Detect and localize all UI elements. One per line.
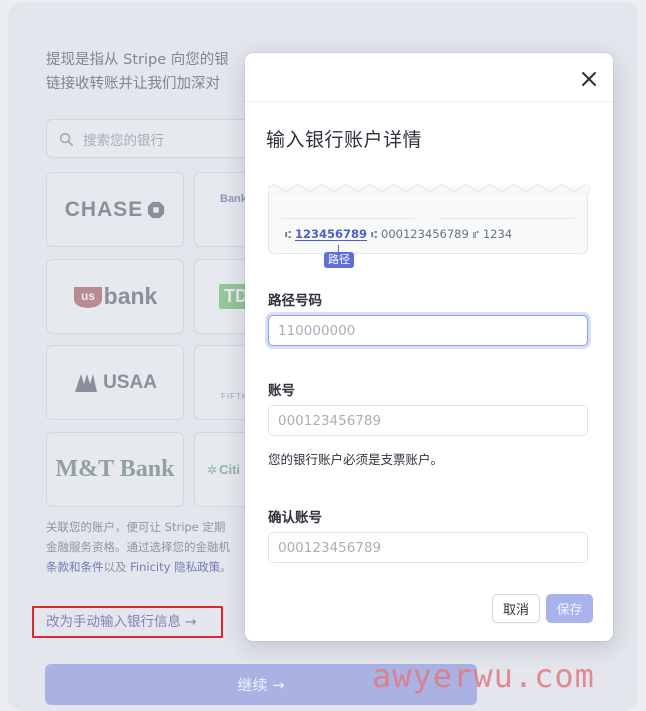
- bank-tile-usbank[interactable]: us bank: [46, 259, 184, 334]
- bank-name: Citi: [219, 462, 241, 477]
- close-button[interactable]: [577, 67, 601, 91]
- modal-title: 输入银行账户详情: [266, 129, 423, 151]
- usaa-eagle-icon: [75, 373, 98, 392]
- site-watermark: awyerwu.com: [372, 657, 595, 695]
- routing-badge: 路径: [324, 252, 354, 268]
- check-illustration: ⑆ 123456789 ⑆ 000123456789 ⑈ 1234 路径: [268, 184, 590, 268]
- bank-search-placeholder: 搜索您的银行: [83, 132, 164, 149]
- check-line: [281, 218, 415, 219]
- confirm-account-number-input[interactable]: [268, 532, 588, 563]
- bank-tile-chase[interactable]: CHASE: [46, 172, 184, 247]
- close-icon: [582, 72, 596, 86]
- citi-star-icon: ✲: [207, 462, 218, 477]
- page: 提现是指从 Stripe 向您的银 链接收转账并让我们加深对 搜索您的银行 CH…: [0, 0, 646, 711]
- bank-name: M&T Bank: [55, 456, 175, 482]
- us-bank-shield-icon: us: [73, 286, 102, 308]
- disclaimer-joiner: 以及: [103, 560, 131, 574]
- terms-link[interactable]: 条款和条件: [46, 560, 104, 574]
- check-account-number: 000123456789: [381, 227, 469, 241]
- check-micr-line: ⑆ 123456789 ⑆ 000123456789 ⑈ 1234: [285, 227, 512, 241]
- micr-transit-icon: ⑆: [371, 230, 378, 241]
- check-routing-number: 123456789: [295, 227, 368, 241]
- svg-text:us: us: [81, 289, 95, 303]
- save-button[interactable]: 保存: [546, 594, 593, 623]
- search-icon: [59, 132, 73, 146]
- finicity-privacy-link[interactable]: Finicity 隐私政策: [130, 560, 220, 574]
- torn-edge-icon: [268, 184, 590, 194]
- check-number: 1234: [482, 227, 513, 241]
- checking-account-notice: 您的银行账户必须是支票账户。: [268, 452, 444, 467]
- disclaimer-end: 。: [220, 560, 232, 574]
- chase-octagon-icon: [148, 201, 165, 218]
- bank-tile-usaa[interactable]: USAA: [46, 345, 184, 420]
- routing-number-label: 路径号码: [268, 293, 322, 309]
- disclaimer-line: 关联您的账户，便可让 Stripe 定期: [46, 520, 226, 534]
- disclaimer-line: 金融服务资格。通过选择您的金融机: [46, 540, 230, 554]
- bank-name: Bank: [220, 192, 247, 205]
- confirm-account-number-label: 确认账号: [268, 510, 322, 526]
- highlight-annotation-box: [32, 606, 223, 638]
- routing-number-input[interactable]: [268, 315, 588, 346]
- account-number-label: 账号: [268, 383, 295, 399]
- bank-name: bank: [103, 283, 158, 309]
- bank-name: USAA: [103, 371, 157, 393]
- micr-transit-icon: ⑆: [285, 230, 291, 241]
- account-number-input[interactable]: [268, 405, 588, 436]
- check-line: [439, 218, 574, 219]
- header-divider: [245, 101, 613, 102]
- cancel-button[interactable]: 取消: [492, 594, 540, 623]
- disclaimer-text: 关联您的账户，便可让 Stripe 定期 金融服务资格。通过选择您的金融机 条款…: [46, 517, 266, 577]
- bank-name: CHASE: [64, 197, 144, 221]
- micr-onus-icon: ⑈: [472, 230, 479, 241]
- bank-tile-mt-bank[interactable]: M&T Bank: [46, 432, 184, 507]
- bank-account-details-modal: 输入银行账户详情 ⑆ 123456789 ⑆ 000123456789 ⑈ 12…: [245, 53, 613, 641]
